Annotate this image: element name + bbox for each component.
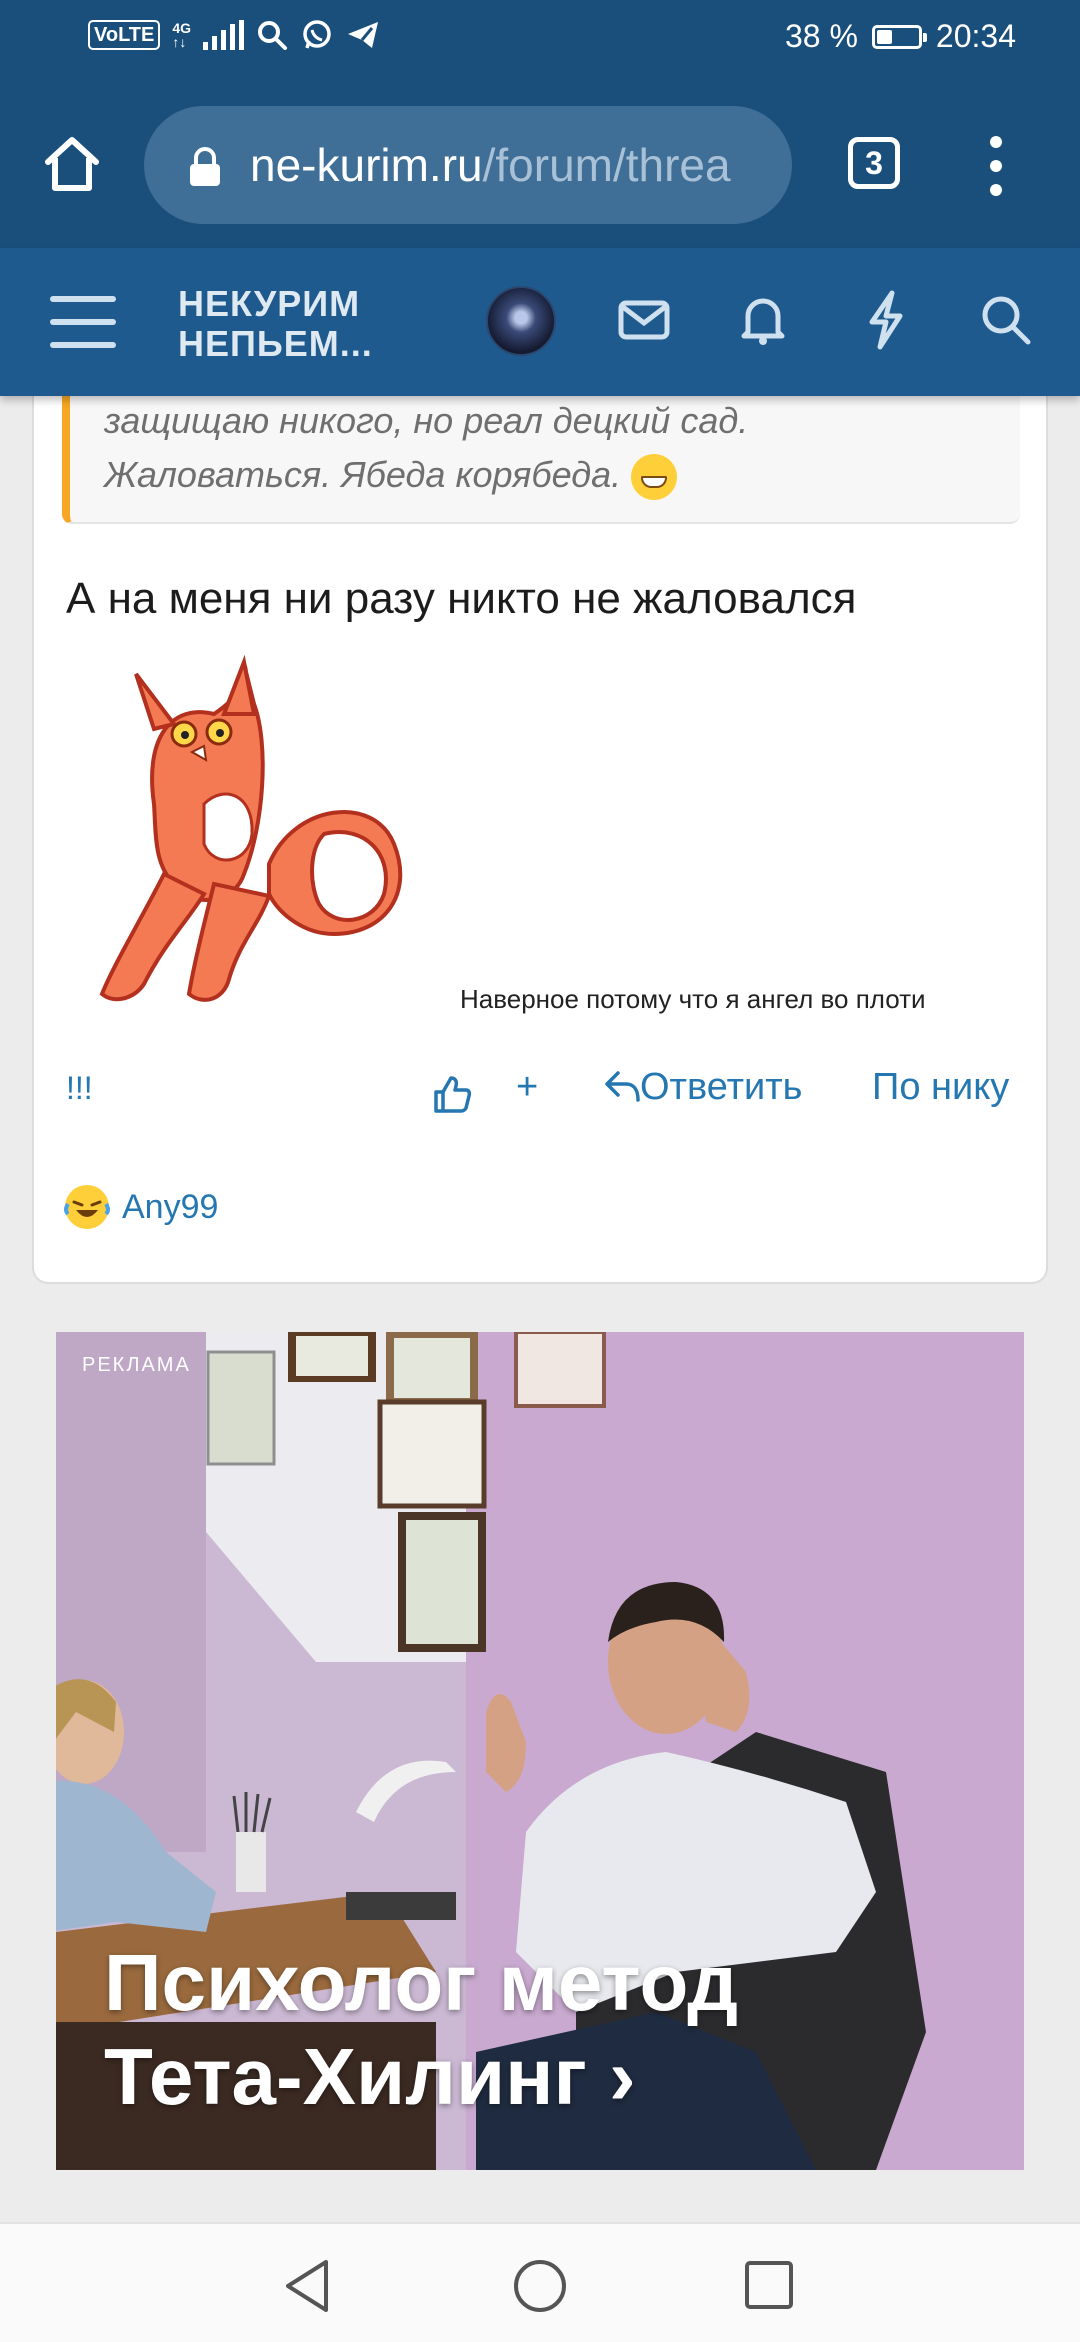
address-bar[interactable]: ne-kurim.ru/forum/threa xyxy=(144,106,792,224)
logo-line-1: НЕКУРИМ xyxy=(178,283,361,324)
forum-header: НЕКУРИМ НЕПЬЕМ... xyxy=(0,248,1080,396)
system-nav-bar xyxy=(0,2222,1080,2342)
clock: 20:34 xyxy=(935,18,1016,54)
ad-label: РЕКЛАМА xyxy=(82,1354,191,1376)
lock-icon xyxy=(190,147,220,186)
url-text: ne-kurim.ru/forum/threa xyxy=(250,138,731,192)
url-path: /forum/threa xyxy=(482,139,731,191)
post-message: А на меня ни разу никто не жаловался xyxy=(66,574,857,623)
site-logo[interactable]: НЕКУРИМ НЕПЬЕМ... xyxy=(178,284,373,364)
battery-percent: 38 % xyxy=(784,18,858,54)
quote-line-1: защищаю никого, но реал децкий сад. xyxy=(104,400,749,441)
data-arrows-icon: ↑↓ xyxy=(172,34,187,50)
tab-switcher-button[interactable]: 3 xyxy=(848,137,900,189)
battery-icon xyxy=(871,24,927,49)
post-card: защищаю никого, но реал децкий сад. Жало… xyxy=(32,396,1048,1284)
mail-icon[interactable] xyxy=(618,300,670,340)
home-nav-icon[interactable] xyxy=(512,2258,568,2314)
lightning-icon[interactable] xyxy=(866,290,906,350)
sticker-caption: Наверное потому что я ангел во плоти xyxy=(460,984,926,1014)
fox-sticker-image xyxy=(99,654,403,1002)
status-left: VoLTE 4G ↑↓ xyxy=(88,18,380,52)
whatsapp-icon xyxy=(303,20,331,49)
network-label: 4G xyxy=(172,20,192,36)
ad-title[interactable]: Психолог метод Тета-Хилинг › xyxy=(104,1936,738,2124)
browser-toolbar: ne-kurim.ru/forum/threa 3 xyxy=(0,82,1080,248)
quote-by-nick-button[interactable]: По нику xyxy=(872,1066,1009,1109)
ad-title-line-1: Психолог метод xyxy=(104,1938,739,2027)
more-menu-icon[interactable] xyxy=(984,130,1008,202)
menu-icon[interactable] xyxy=(50,294,116,350)
advertisement[interactable]: РЕКЛАМА Психолог метод Тета-Хилинг › xyxy=(56,1332,1024,2170)
status-bar: VoLTE 4G ↑↓ 38 % 20:34 xyxy=(0,0,1080,82)
reply-icon xyxy=(605,1071,640,1102)
telegram-icon xyxy=(348,22,379,48)
reaction-link[interactable]: !!! xyxy=(66,1070,93,1107)
laughing-emoji-icon xyxy=(64,1185,110,1229)
reaction-username[interactable]: Any99 xyxy=(122,1188,218,1227)
like-icon[interactable] xyxy=(432,1074,472,1114)
ad-title-line-2: Тета-Хилинг › xyxy=(104,2032,636,2121)
home-icon[interactable] xyxy=(40,132,104,196)
volte-badge: VoLTE xyxy=(88,20,161,50)
reaction-summary[interactable]: Any99 xyxy=(62,1182,218,1232)
url-host: ne-kurim.ru xyxy=(250,139,483,191)
add-reaction-button[interactable]: + xyxy=(516,1066,538,1109)
grin-emoji-icon xyxy=(631,454,678,501)
signal-indicator: 4G ↑↓ xyxy=(172,21,191,49)
quote-line-2: Жаловаться. Ябеда корябеда. xyxy=(104,454,622,495)
logo-line-2: НЕПЬЕМ... xyxy=(178,323,373,364)
reply-label: Ответить xyxy=(640,1066,803,1108)
quote-block: защищаю никого, но реал децкий сад. Жало… xyxy=(62,396,1020,524)
recents-icon[interactable] xyxy=(744,2260,794,2310)
search-icon xyxy=(258,21,288,50)
signal-bars-icon xyxy=(203,20,245,50)
reply-button[interactable]: Ответить xyxy=(604,1066,802,1109)
user-avatar[interactable] xyxy=(486,286,556,356)
back-icon[interactable] xyxy=(282,2258,332,2314)
status-right: 38 % 20:34 xyxy=(785,18,1016,55)
quote-line-2-wrap: Жаловаться. Ябеда корябеда. xyxy=(104,454,678,501)
search-icon[interactable] xyxy=(980,294,1032,346)
bell-icon[interactable] xyxy=(740,292,786,346)
